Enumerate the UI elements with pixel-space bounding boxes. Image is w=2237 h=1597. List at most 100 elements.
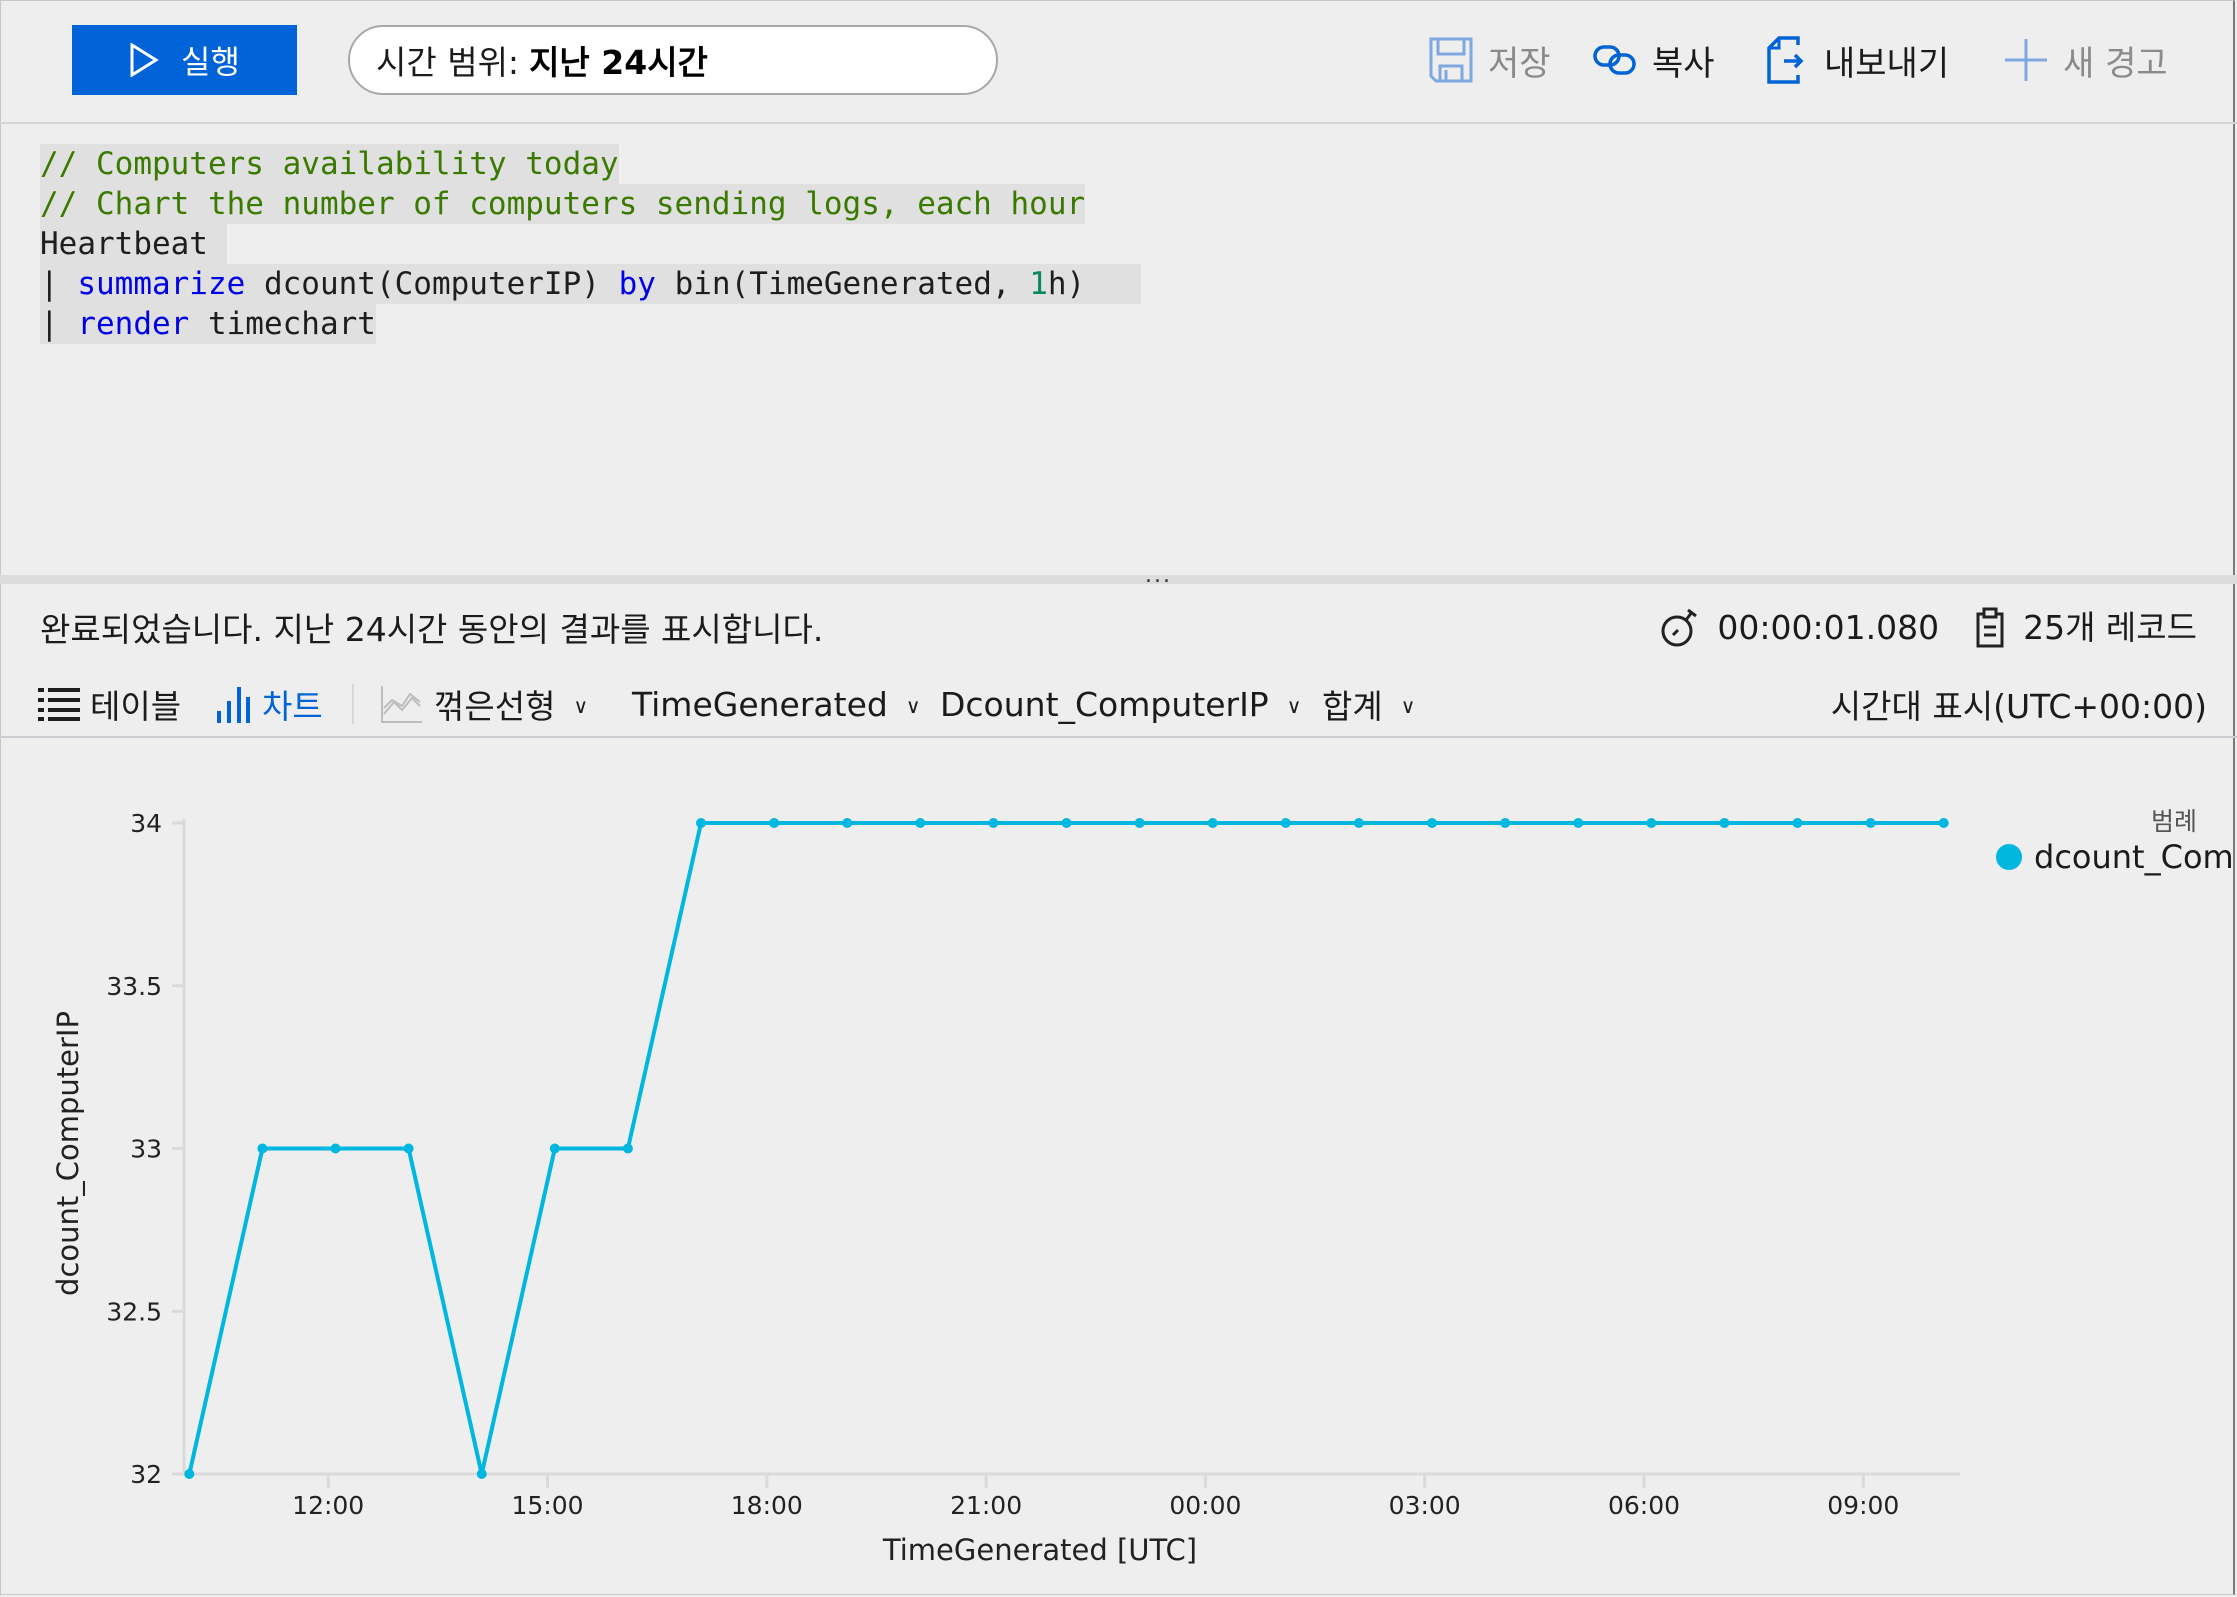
data-point[interactable] bbox=[330, 1143, 341, 1154]
code-token-plain: dcount(ComputerIP) bbox=[245, 266, 619, 302]
data-point[interactable] bbox=[1500, 818, 1511, 828]
code-token-comment: // Chart the number of computers sending… bbox=[40, 186, 1086, 222]
chevron-down-icon: ∨ bbox=[1400, 694, 1416, 718]
x-tick-label: 03:00 bbox=[1389, 1491, 1461, 1520]
save-button[interactable]: 저장 bbox=[1428, 32, 1551, 88]
data-point[interactable] bbox=[1207, 818, 1218, 828]
data-point[interactable] bbox=[257, 1143, 268, 1154]
data-point[interactable] bbox=[842, 818, 853, 828]
run-label: 실행 bbox=[181, 44, 240, 80]
data-point[interactable] bbox=[1646, 818, 1657, 828]
tab-table[interactable]: 테이블 bbox=[38, 676, 181, 732]
y-tick-label: 33 bbox=[130, 1135, 162, 1164]
table-icon bbox=[38, 688, 80, 721]
data-point[interactable] bbox=[1427, 818, 1438, 828]
code-token-comment: // Computers availability today bbox=[40, 146, 619, 182]
stopwatch-icon bbox=[1661, 608, 1698, 647]
x-axis-title: TimeGenerated [UTC] bbox=[882, 1533, 1197, 1567]
code-line[interactable]: // Chart the number of computers sending… bbox=[40, 184, 1086, 224]
query-editor[interactable]: // Computers availability today // Chart … bbox=[0, 124, 2237, 575]
code-token-number: 1 bbox=[1029, 266, 1048, 302]
series-line bbox=[187, 821, 1944, 1476]
time-range-picker[interactable]: 시간 범위: 지난 24시간 bbox=[348, 25, 998, 95]
records-stat: 25개 레코드 bbox=[1975, 606, 2197, 650]
data-point[interactable] bbox=[1280, 818, 1291, 828]
data-point[interactable] bbox=[1865, 818, 1876, 828]
timezone-selector[interactable]: 시간대 표시(UTC+00:00) bbox=[1831, 676, 2207, 732]
legend-swatch bbox=[1996, 844, 2022, 870]
chevron-down-icon: ∨ bbox=[905, 694, 921, 718]
tab-chart[interactable]: 차트 bbox=[216, 676, 323, 732]
code-token-pipe: | bbox=[40, 266, 78, 302]
pane-splitter[interactable]: ... bbox=[0, 565, 2237, 587]
data-point[interactable] bbox=[988, 818, 999, 828]
run-button[interactable]: 실행 bbox=[72, 25, 297, 95]
code-line[interactable]: Heartbeat bbox=[40, 224, 227, 264]
data-point[interactable] bbox=[1061, 818, 1072, 828]
x-tick-label: 06:00 bbox=[1608, 1491, 1680, 1520]
code-token-keyword: render bbox=[77, 306, 190, 342]
y-tick-label: 32.5 bbox=[106, 1297, 162, 1326]
code-line[interactable]: | render timechart bbox=[40, 304, 376, 344]
data-point[interactable] bbox=[1719, 818, 1730, 828]
copy-label: 복사 bbox=[1652, 43, 1715, 84]
toolbar-divider bbox=[352, 684, 354, 724]
data-point[interactable] bbox=[1134, 818, 1145, 828]
data-point[interactable] bbox=[1792, 818, 1803, 828]
x-tick-label: 09:00 bbox=[1827, 1491, 1899, 1520]
data-point[interactable] bbox=[769, 818, 780, 828]
data-point[interactable] bbox=[915, 818, 926, 828]
line-chart-icon bbox=[381, 686, 422, 723]
chevron-down-icon: ∨ bbox=[573, 694, 589, 718]
code-line[interactable]: | summarize dcount(ComputerIP) by bin(Ti… bbox=[40, 264, 1142, 304]
data-point[interactable] bbox=[1573, 818, 1584, 828]
export-button[interactable]: 내보내기 bbox=[1766, 32, 1949, 88]
code-token-plain: Heartbeat bbox=[40, 226, 227, 262]
code-token-keyword: by bbox=[618, 266, 656, 302]
copy-link-button[interactable]: 복사 bbox=[1592, 32, 1715, 88]
save-label: 저장 bbox=[1488, 43, 1551, 84]
chevron-down-icon: ∨ bbox=[1286, 694, 1302, 718]
clipboard-icon bbox=[1976, 607, 2004, 648]
data-point[interactable] bbox=[696, 818, 707, 828]
y-tick-label: 32 bbox=[130, 1460, 162, 1489]
chart-type-dropdown[interactable]: 꺾은선형 ∨ bbox=[380, 676, 588, 732]
code-token-keyword: summarize bbox=[77, 266, 246, 302]
x-tick-label: 00:00 bbox=[1169, 1491, 1241, 1520]
tab-table-label: 테이블 bbox=[90, 687, 182, 726]
tab-chart-label: 차트 bbox=[262, 687, 323, 726]
x-column-dropdown[interactable]: TimeGenerated ∨ bbox=[632, 676, 920, 732]
data-point[interactable] bbox=[622, 1143, 633, 1154]
code-token-plain: h) bbox=[1047, 266, 1142, 302]
x-tick-label: 18:00 bbox=[731, 1491, 803, 1520]
code-token-plain: timechart bbox=[189, 306, 376, 342]
new-alert-label: 새 경고 bbox=[2063, 43, 2168, 84]
splitter-handle[interactable]: ... bbox=[1145, 565, 1172, 587]
code-token-pipe: | bbox=[40, 306, 78, 342]
export-icon bbox=[1767, 36, 1804, 84]
data-point[interactable] bbox=[184, 1469, 195, 1479]
duration-stat: 00:00:01.080 bbox=[1659, 606, 1939, 650]
code-line[interactable]: // Computers availability today bbox=[40, 144, 619, 184]
duration-value: 00:00:01.080 bbox=[1717, 608, 1940, 647]
data-point[interactable] bbox=[476, 1469, 487, 1479]
bar-chart-icon bbox=[217, 687, 250, 723]
chart-area: 34 33.5 33 32.5 32 12:00 15:00 18:00 21:00 00:00 0… bbox=[0, 738, 2237, 1597]
status-message: 완료되었습니다. 지난 24시간 동안의 결과를 표시합니다. bbox=[40, 610, 824, 649]
x-column-value: TimeGenerated bbox=[632, 684, 888, 724]
data-point[interactable] bbox=[1353, 818, 1364, 828]
time-range-label: 시간 범위: bbox=[376, 43, 520, 82]
data-point[interactable] bbox=[403, 1143, 414, 1154]
records-count: 25개 레코드 bbox=[2023, 608, 2197, 647]
data-point[interactable] bbox=[1938, 818, 1949, 828]
results-toolbar: 테이블 차트 꺾은선형 ∨ TimeGenerated ∨ Dcount_Com… bbox=[0, 676, 2237, 738]
legend-item[interactable]: dcount_ComputerIP bbox=[1996, 838, 2235, 876]
aggregation-dropdown[interactable]: 합계 ∨ bbox=[1322, 676, 1415, 732]
y-axis-title: dcount_ComputerIP bbox=[51, 1011, 85, 1296]
y-column-dropdown[interactable]: Dcount_ComputerIP ∨ bbox=[940, 676, 1301, 732]
new-alert-button[interactable]: 새 경고 bbox=[2003, 32, 2168, 88]
time-range-value: 지난 24시간 bbox=[529, 43, 708, 82]
query-toolbar: 실행 시간 범위: 지난 24시간 저장 복사 내보내기 새 경고 bbox=[0, 0, 2237, 124]
x-tick-label: 21:00 bbox=[950, 1491, 1022, 1520]
data-point[interactable] bbox=[549, 1143, 560, 1154]
